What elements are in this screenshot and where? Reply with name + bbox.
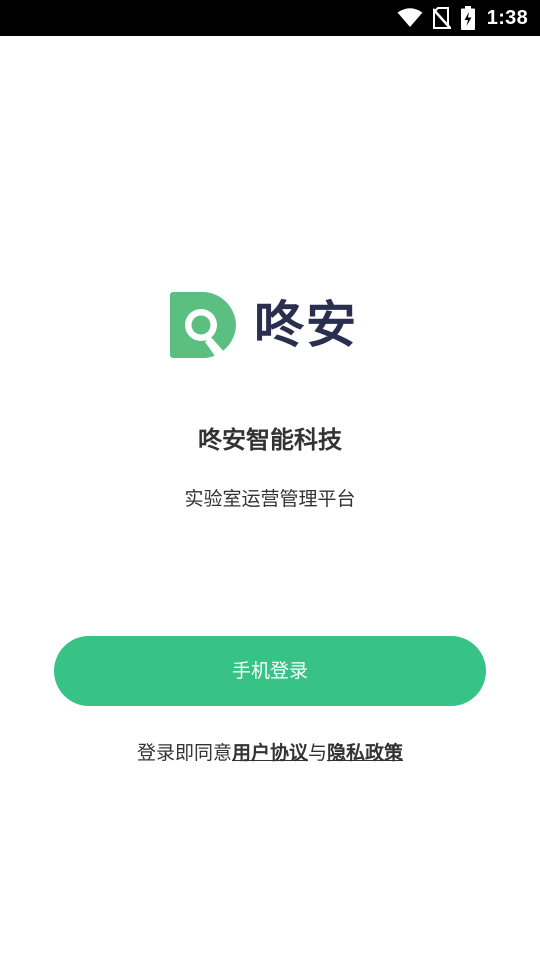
status-time: 1:38 (486, 6, 528, 29)
logo-text: 咚安 (254, 296, 358, 354)
user-agreement-link[interactable]: 用户协议 (232, 742, 308, 764)
no-sim-icon (432, 7, 451, 29)
company-name: 咚安智能科技 (198, 426, 342, 454)
platform-subtitle: 实验室运营管理平台 (184, 488, 356, 510)
agreement-notice: 登录即同意用户协议与隐私政策 (0, 738, 540, 768)
wifi-icon (397, 8, 423, 28)
phone-login-button[interactable]: 手机登录 (54, 636, 486, 706)
status-bar: 1:38 (0, 0, 540, 36)
magnifier-logo-icon (170, 292, 236, 358)
status-icons: 1:38 (397, 0, 528, 36)
app-logo: 咚安 (170, 292, 370, 358)
agreement-conjunction: 与 (308, 742, 328, 764)
agreement-prefix: 登录即同意 (136, 742, 232, 764)
privacy-policy-link[interactable]: 隐私政策 (327, 742, 403, 764)
battery-charging-icon (460, 6, 475, 30)
